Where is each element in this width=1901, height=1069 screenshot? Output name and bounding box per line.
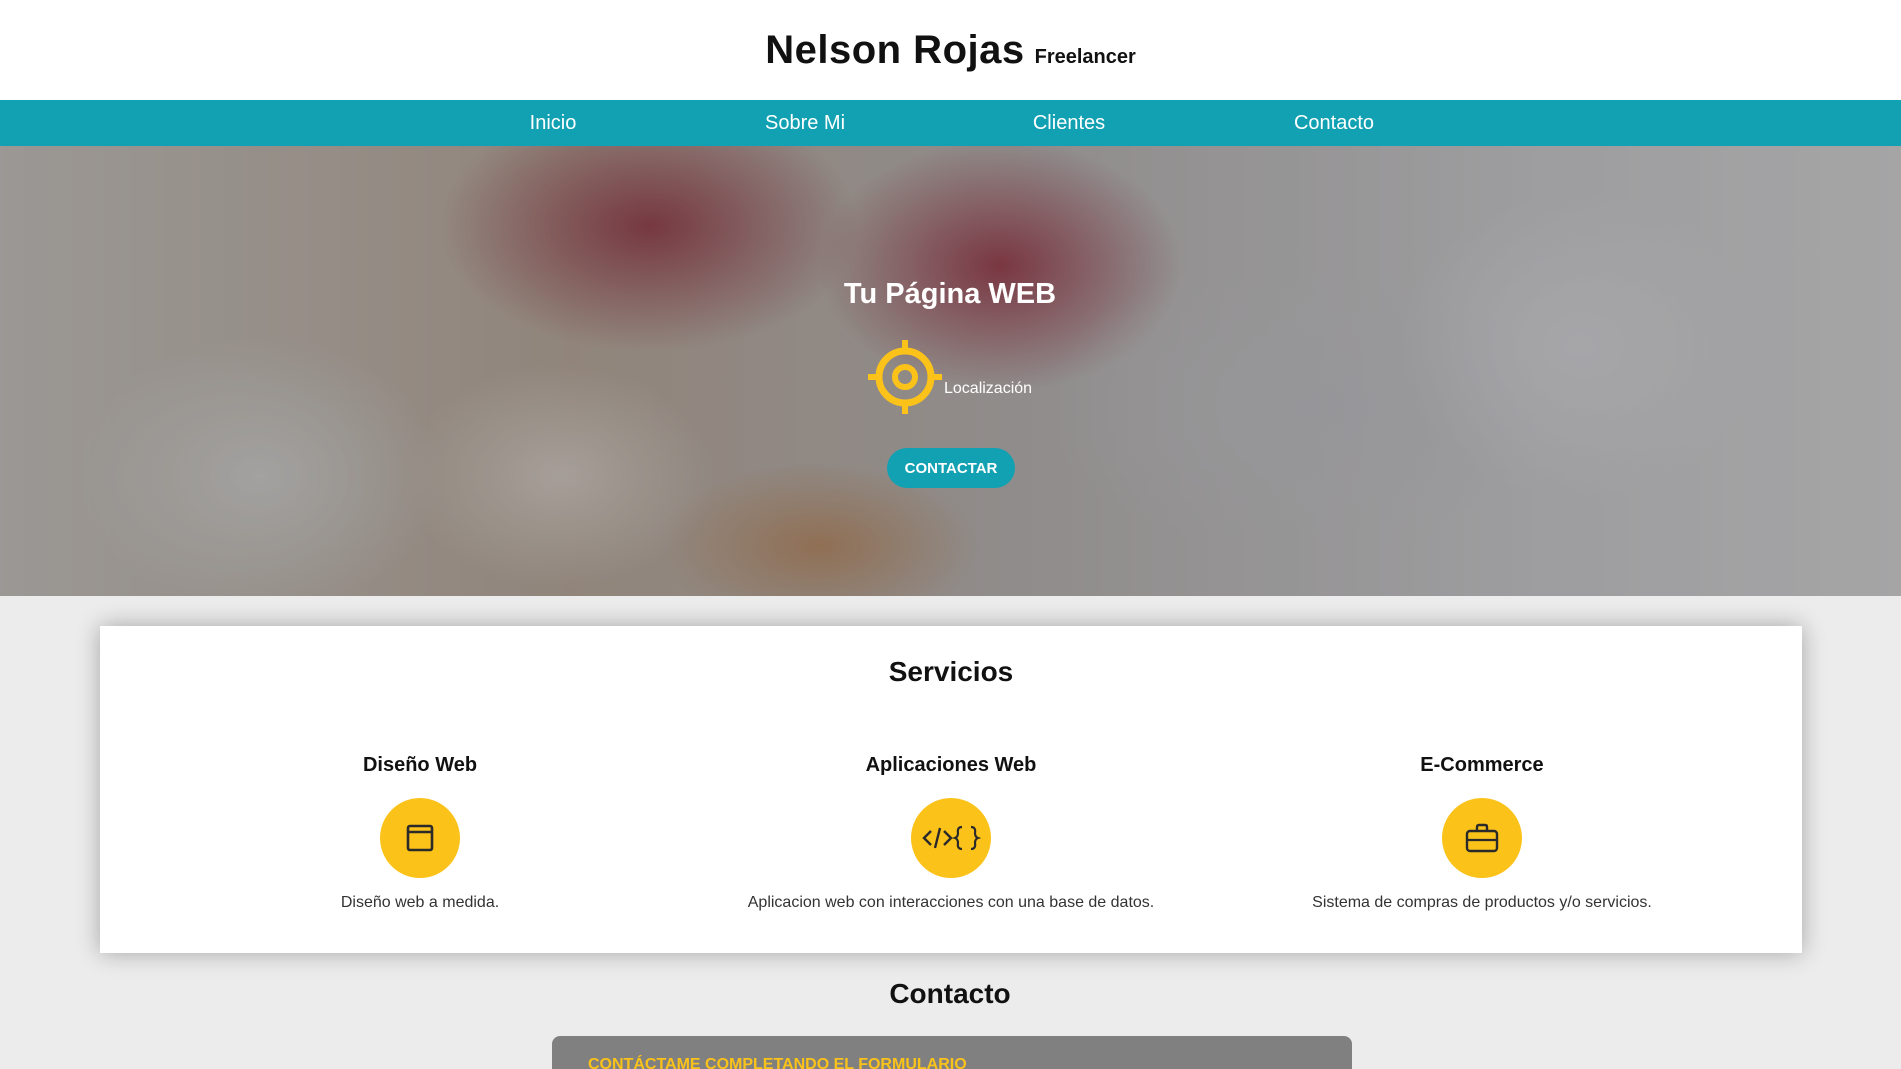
browser-window-icon: [380, 798, 460, 878]
services-card: Servicios Diseño Web Diseño web a medida…: [100, 626, 1802, 953]
service-title: Aplicaciones Web: [865, 754, 1037, 776]
site-header: Nelson Rojas Freelancer: [0, 0, 1901, 100]
nav-clientes[interactable]: Clientes: [1033, 100, 1105, 146]
code-icon: [911, 798, 991, 878]
service-title: E-Commerce: [1420, 754, 1544, 776]
contact-title: Contacto: [889, 978, 1011, 1009]
services-title: Servicios: [888, 656, 1014, 687]
location-label: Localización: [944, 380, 1033, 397]
contact-form-heading: CONTÁCTAME COMPLETANDO EL FORMULARIO: [588, 1056, 967, 1069]
service-e-commerce: E-Commerce Sistema de compras de product…: [1222, 754, 1742, 912]
brand-tagline: Freelancer: [1034, 45, 1136, 68]
hero-title: Tu Página WEB: [843, 278, 1057, 310]
nav-sobre-mi[interactable]: Sobre Mi: [765, 100, 845, 146]
contact-form-box: CONTÁCTAME COMPLETANDO EL FORMULARIO: [552, 1036, 1352, 1069]
service-description: Sistema de compras de productos y/o serv…: [1312, 894, 1652, 911]
briefcase-icon: [1442, 798, 1522, 878]
target-icon: [868, 340, 942, 414]
service-diseno-web: Diseño Web Diseño web a medida.: [160, 754, 680, 912]
main-nav: Inicio Sobre Mi Clientes Contacto: [0, 100, 1901, 146]
hero-overlay: [0, 146, 1901, 596]
contactar-button[interactable]: CONTACTAR: [887, 448, 1015, 488]
service-description: Diseño web a medida.: [340, 894, 500, 911]
nav-inicio[interactable]: Inicio: [530, 100, 577, 146]
service-aplicaciones-web: Aplicaciones Web Aplicacion web con inte…: [691, 754, 1211, 912]
nav-contacto[interactable]: Contacto: [1294, 100, 1374, 146]
service-title: Diseño Web: [362, 754, 478, 776]
brand-name: Nelson Rojas: [765, 27, 1025, 72]
hero-banner: Tu Página WEB Localización CONTACTAR: [0, 146, 1901, 596]
brand: Nelson Rojas Freelancer: [765, 28, 1136, 73]
service-description: Aplicacion web con interacciones con una…: [747, 894, 1155, 911]
